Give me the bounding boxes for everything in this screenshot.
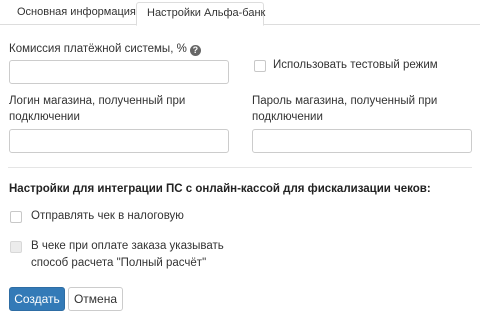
commission-input[interactable] [9,60,229,84]
tab-alfa-bank-settings[interactable]: Настройки Альфа-банк [136,2,265,26]
question-circle-icon[interactable]: ? [189,45,201,56]
test-mode-checkbox[interactable] [254,60,266,72]
commission-label-text: Комиссия платёжной системы, % [9,43,187,55]
password-input[interactable] [252,129,472,153]
login-input[interactable] [9,129,229,153]
send-to-tax-label: Отправлять чек в налоговую [31,210,184,222]
tab-main-info[interactable]: Основная информация [7,2,136,25]
password-label-line1: Пароль магазина, полученный при [252,95,438,107]
login-label-line2: подключении [9,111,80,123]
full-payment-label-line2: способ расчета "Полный расчёт" [31,257,207,269]
login-label-line1: Логин магазина, полученный при [9,95,186,107]
section-divider [8,167,472,168]
commission-label: Комиссия платёжной системы, %? [9,41,201,57]
cancel-button[interactable]: Отмена [68,287,123,311]
send-to-tax-checkbox[interactable] [10,211,22,223]
tab-bar: Основная информация Настройки Альфа-банк [0,0,480,26]
password-label-line2: подключении [252,111,323,123]
create-button[interactable]: Создать [9,287,65,311]
fiscal-section-title: Настройки для интеграции ПС с онлайн-кас… [9,183,431,195]
full-payment-label-line1: В чеке при оплате заказа указывать [31,240,224,252]
full-payment-checkbox [10,241,22,253]
test-mode-label: Использовать тестовый режим [273,59,438,71]
